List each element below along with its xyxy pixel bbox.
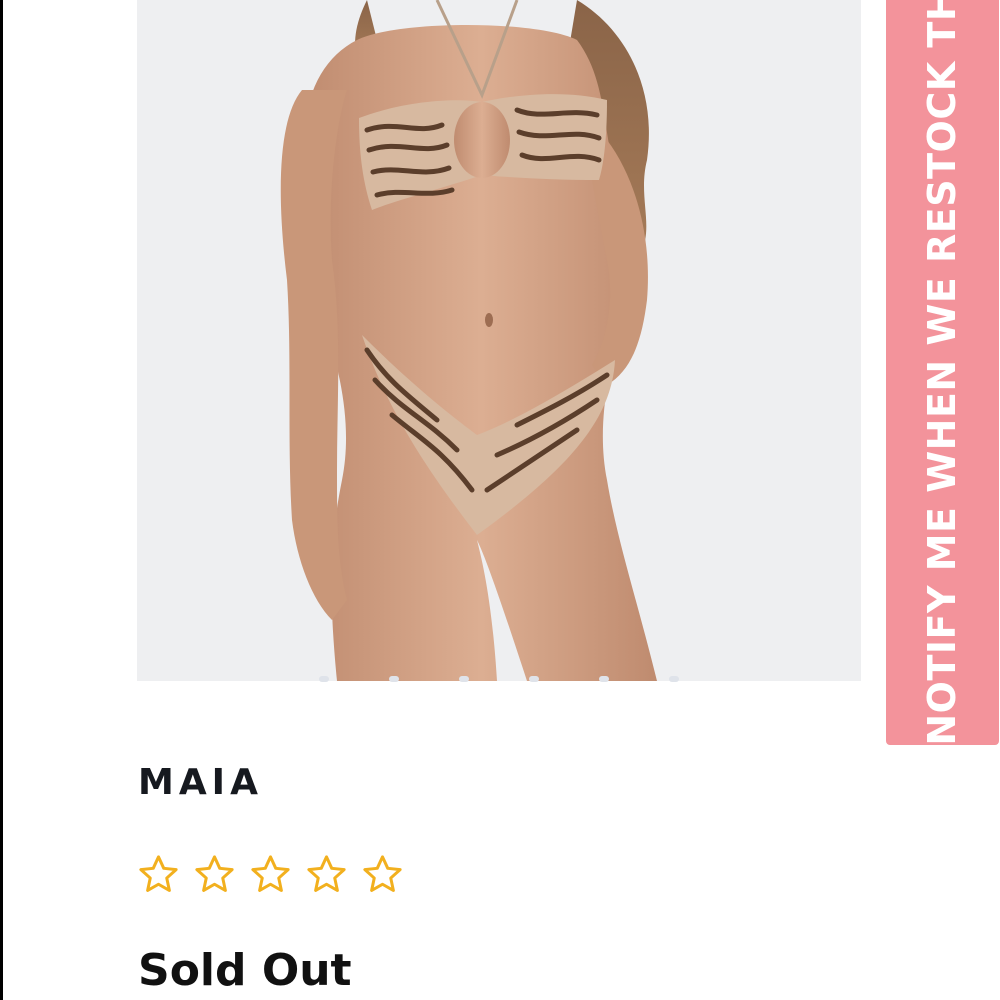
availability-status: Sold Out [138,945,352,996]
star-outline-icon [195,855,234,892]
product-name: MAIA [138,762,263,803]
left-border [0,0,3,1000]
carousel-dot[interactable] [319,676,329,682]
rating-stars[interactable] [136,852,405,897]
carousel-dot[interactable] [529,676,539,682]
notify-restock-button[interactable]: NOTIFY ME WHEN WE RESTOCK THIS [886,0,999,745]
product-image[interactable] [137,0,861,681]
star-outline-icon [251,855,290,892]
star-outline-icon [363,855,402,892]
carousel-dot[interactable] [459,676,469,682]
carousel-dot[interactable] [669,676,679,682]
carousel-dot[interactable] [389,676,399,682]
carousel-dots [137,676,861,684]
star-outline-icon [307,855,346,892]
carousel-dot[interactable] [599,676,609,682]
notify-restock-label: NOTIFY ME WHEN WE RESTOCK THIS [920,0,964,745]
star-outline-icon [139,855,178,892]
product-page: NOTIFY ME WHEN WE RESTOCK THIS MAIA Sold… [0,0,1000,1000]
product-photo [137,0,861,681]
